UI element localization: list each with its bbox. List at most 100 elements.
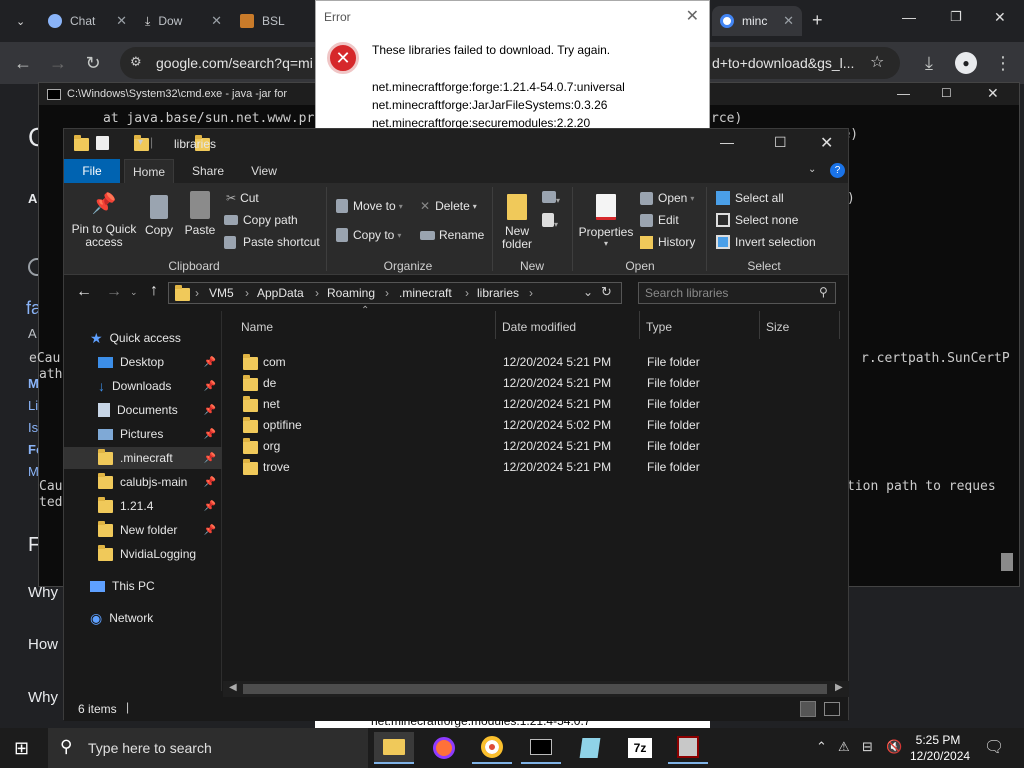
taskbar-search-box[interactable]: ⚲ Type here to search [48, 728, 368, 768]
ribbon-collapse-icon[interactable]: ⌄ [808, 164, 816, 175]
close-icon[interactable]: ✕ [686, 6, 699, 26]
new-item-button[interactable]: ▾ [542, 191, 560, 206]
back-icon[interactable]: ← [76, 283, 92, 301]
up-icon[interactable]: ↑ [150, 282, 158, 300]
address-dropdown-icon[interactable]: ⌄ [583, 285, 593, 299]
more-menu-icon[interactable]: ⋮ [992, 53, 1014, 73]
pin-icon[interactable]: 📌 [204, 525, 216, 536]
forward-icon[interactable]: → [106, 283, 122, 301]
nav-this-pc[interactable]: This PC [64, 575, 222, 597]
copy-to-button[interactable]: Copy to ▾ [336, 228, 401, 242]
site-info-icon[interactable]: ⚙ [130, 54, 142, 70]
windows-start-icon[interactable]: ⊞ [14, 738, 29, 759]
pin-icon[interactable]: 📌 [204, 357, 216, 368]
cut-button[interactable]: ✂ Cut [226, 191, 259, 205]
column-divider[interactable] [839, 311, 840, 339]
tab-share[interactable]: Share [180, 159, 236, 183]
recent-locations-icon[interactable]: ⌄ [130, 287, 138, 298]
link[interactable]: Li [28, 398, 38, 413]
nav-pictures[interactable]: Pictures 📌 [64, 423, 222, 445]
properties-button[interactable]: Properties ▾ [578, 191, 634, 248]
network-icon[interactable]: ⊟ [862, 739, 873, 755]
reload-icon[interactable]: ↻ [82, 53, 104, 73]
help-icon[interactable]: ? [830, 163, 845, 178]
select-none-button[interactable]: Select none [716, 213, 798, 227]
cmd-scrollbar-thumb[interactable] [1001, 553, 1013, 571]
details-view-icon[interactable] [800, 701, 816, 717]
nav-minecraft[interactable]: .minecraft 📌 [64, 447, 222, 469]
maximize-icon[interactable]: ☐ [774, 134, 787, 151]
nav-1-21-4[interactable]: 1.21.4 📌 [64, 495, 222, 517]
installer-app-icon[interactable] [668, 732, 708, 764]
search-icon[interactable]: ⚲ [819, 285, 828, 299]
file-explorer-taskbar-icon[interactable] [374, 732, 414, 764]
downloads-icon[interactable]: ⤓ [918, 53, 940, 73]
close-window-icon[interactable]: ✕ [994, 9, 1006, 26]
clock[interactable]: 5:25 PM 12/20/2024 [910, 732, 970, 764]
tab-view[interactable]: View [236, 159, 292, 183]
notifications-icon[interactable]: 🗨 [984, 737, 1004, 757]
column-divider[interactable] [759, 311, 760, 339]
table-row[interactable]: com 12/20/2024 5:21 PM File folder [241, 351, 801, 372]
minimize-icon[interactable]: — [897, 86, 910, 101]
bookmark-star-icon[interactable]: ☆ [870, 52, 884, 72]
notepad-icon[interactable] [570, 732, 610, 764]
rename-button[interactable]: Rename [420, 228, 484, 242]
pin-icon[interactable]: 📌 [204, 429, 216, 440]
column-divider[interactable] [495, 311, 496, 339]
properties-quick-icon[interactable] [96, 136, 109, 150]
nav-nvidialogging[interactable]: NvidiaLogging [64, 543, 222, 565]
breadcrumb[interactable]: .minecraft [399, 286, 452, 300]
table-row[interactable]: optifine 12/20/2024 5:02 PM File folder [241, 414, 801, 435]
tab-home[interactable]: Home [124, 159, 174, 183]
breadcrumb[interactable]: VM5 [209, 286, 234, 300]
minimize-icon[interactable]: — [720, 134, 734, 150]
paste-shortcut-button[interactable]: Paste shortcut [224, 235, 320, 249]
easy-access-button[interactable]: ▾ [542, 213, 558, 230]
delete-button[interactable]: ✕ Delete ▾ [420, 199, 477, 213]
move-to-button[interactable]: Move to ▾ [336, 199, 403, 213]
explorer-title-bar[interactable]: ▾ | libraries — ☐ ✕ [64, 129, 848, 159]
table-row[interactable]: org 12/20/2024 5:21 PM File folder [241, 435, 801, 456]
open-button[interactable]: Open ▾ [640, 191, 694, 205]
question-item[interactable]: How [28, 636, 58, 653]
browser-tab-bsl[interactable]: BSL [232, 6, 312, 36]
quick-access-dropdown-icon[interactable]: ▾ [138, 137, 143, 148]
table-row[interactable]: net 12/20/2024 5:21 PM File folder [241, 393, 801, 414]
column-divider[interactable] [639, 311, 640, 339]
invert-selection-button[interactable]: Invert selection [716, 235, 816, 249]
close-icon[interactable]: ✕ [116, 13, 127, 29]
browser-tab-chat[interactable]: Chat ✕ [40, 6, 135, 36]
show-hidden-icons-icon[interactable]: ⌃ [816, 739, 827, 755]
tab-file[interactable]: File [64, 159, 120, 183]
column-header-type[interactable]: Type [646, 315, 672, 339]
column-header-name[interactable]: Name [241, 315, 273, 339]
tab-search-chevron[interactable]: ⌄ [8, 6, 36, 36]
maximize-icon[interactable]: ☐ [941, 86, 952, 100]
paste-button[interactable]: Paste [182, 191, 218, 237]
chrome-icon[interactable] [472, 732, 512, 764]
nav-downloads[interactable]: ↓ Downloads 📌 [64, 375, 222, 397]
profile-avatar-icon[interactable]: ● [955, 52, 977, 74]
pin-icon[interactable]: 📌 [204, 501, 216, 512]
select-all-button[interactable]: Select all [716, 191, 784, 205]
pin-icon[interactable]: 📌 [204, 405, 216, 416]
scroll-left-icon[interactable]: ◀ [229, 682, 237, 693]
column-header-size[interactable]: Size [766, 315, 789, 339]
pin-icon[interactable]: 📌 [204, 477, 216, 488]
nav-documents[interactable]: Documents 📌 [64, 399, 222, 421]
scroll-right-icon[interactable]: ▶ [835, 682, 843, 693]
horizontal-scrollbar[interactable]: ◀ ▶ [223, 681, 849, 697]
edit-button[interactable]: Edit [640, 213, 679, 227]
question-item[interactable]: Why [28, 689, 58, 706]
refresh-icon[interactable]: ↻ [601, 284, 612, 300]
nav-desktop[interactable]: Desktop 📌 [64, 351, 222, 373]
copy-path-button[interactable]: Copy path [224, 213, 298, 227]
large-icons-view-icon[interactable] [824, 702, 840, 716]
copy-button[interactable]: Copy [142, 191, 176, 237]
nav-new-folder[interactable]: New folder 📌 [64, 519, 222, 541]
search-box[interactable]: Search libraries ⚲ [638, 282, 836, 304]
firefox-icon[interactable] [424, 732, 464, 764]
scrollbar-thumb[interactable] [243, 684, 827, 694]
close-icon[interactable]: ✕ [987, 85, 999, 102]
